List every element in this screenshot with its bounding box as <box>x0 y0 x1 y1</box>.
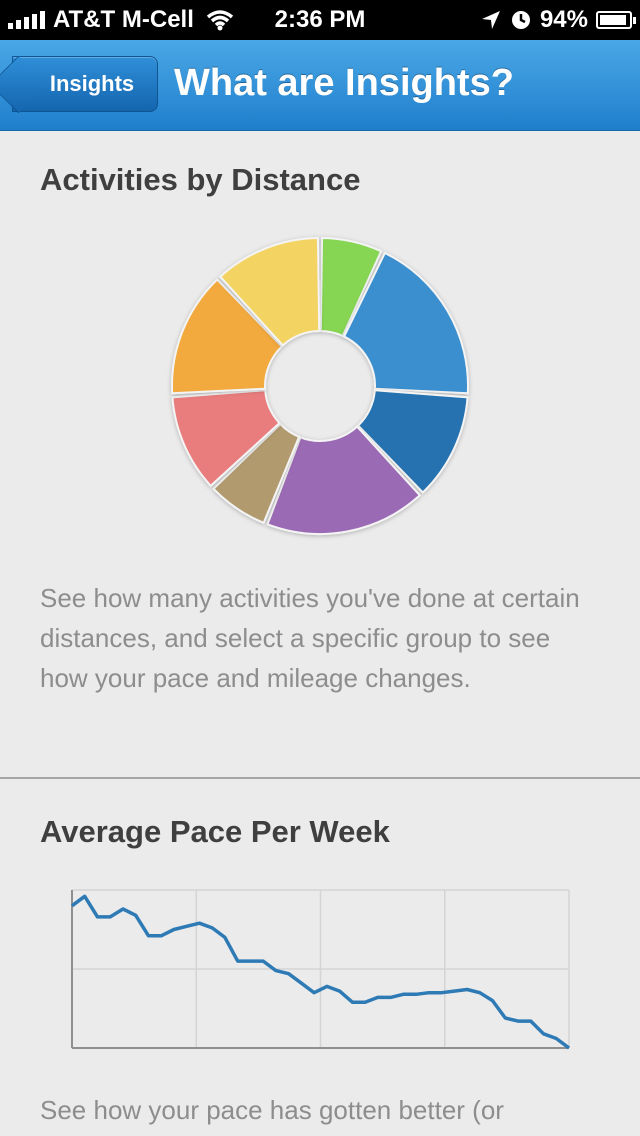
battery-percent: 94% <box>539 6 588 33</box>
alarm-clock-icon <box>511 11 530 29</box>
battery-icon <box>596 11 636 29</box>
section-title: Average Pace Per Week <box>40 814 390 849</box>
location-arrow-icon <box>481 11 500 29</box>
status-bar: AT&T M-Cell 2:36 PM 94% <box>0 0 640 40</box>
section-description: See how many activities you've done at c… <box>40 583 580 693</box>
section-divider <box>0 777 640 779</box>
status-right: 94% <box>480 6 636 34</box>
back-button[interactable]: Insights <box>12 56 158 112</box>
section-description: See how your pace has gotten better (or <box>40 1095 504 1125</box>
back-button-label: Insights <box>49 71 135 96</box>
section-title: Activities by Distance <box>40 162 361 197</box>
pace-line-chart[interactable] <box>64 882 576 1054</box>
distance-donut-chart[interactable] <box>160 226 480 546</box>
page-title: What are Insights? <box>174 62 514 104</box>
navigation-bar: Insights What are Insights? <box>0 40 640 131</box>
